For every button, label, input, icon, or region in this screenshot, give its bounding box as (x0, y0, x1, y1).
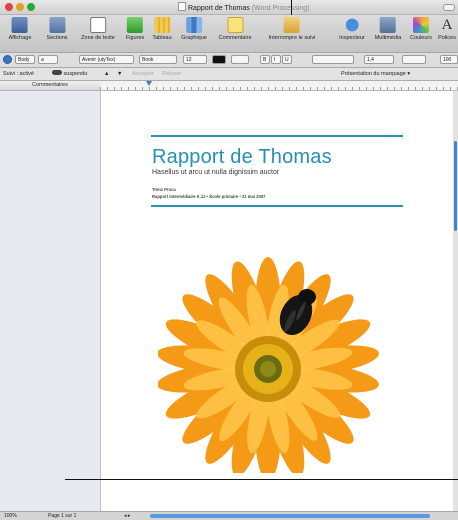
title-rule-bottom (151, 205, 403, 207)
toolbar-textbox-button[interactable]: Zone de texte (81, 17, 115, 41)
toolbar-chart-button[interactable]: Graphique (181, 17, 207, 41)
character-style-popup[interactable]: a (38, 55, 58, 64)
zoom-window-button[interactable] (27, 3, 35, 11)
media-icon (380, 17, 396, 33)
document-meta-line[interactable]: Rapport intermédiaire K.12 • École prima… (152, 194, 265, 199)
underline-button[interactable]: U (282, 55, 292, 64)
styles-drawer-button[interactable] (3, 55, 12, 64)
window-title: Rapport de Thomas (Word Processing) (178, 2, 310, 12)
minimize-window-button[interactable] (16, 3, 24, 11)
reject-change-button[interactable]: Refuser (162, 68, 181, 80)
accept-change-button[interactable]: Accepter (132, 68, 154, 80)
title-bar: Rapport de Thomas (Word Processing) (0, 0, 458, 15)
font-family-popup[interactable]: Avenir (utyTex) (79, 55, 134, 64)
vertical-scroll-thumb[interactable] (454, 141, 457, 231)
font-size-popup[interactable]: 12 (183, 55, 207, 64)
title-rule-top (151, 135, 403, 137)
track-changes-bar: Suivi : activé suspendu ▲ ▼ Accepter Ref… (0, 68, 458, 81)
view-icon (12, 17, 28, 33)
markup-view-popup[interactable]: Présentation du marquage ▾ (341, 68, 410, 80)
toolbar-track-changes-button[interactable]: Interrompre le suivi (269, 17, 315, 41)
toolbar-table-button[interactable]: Tableau (152, 17, 172, 41)
document-canvas[interactable]: Rapport de Thomas Hasellus ut arcu ut nu… (101, 91, 458, 511)
horizontal-scroll-thumb[interactable] (150, 514, 430, 518)
text-box-icon (89, 17, 106, 33)
sections-icon (48, 17, 65, 33)
bold-button[interactable]: B (260, 55, 270, 64)
tab-stop-marker-icon[interactable] (146, 81, 152, 86)
document-title[interactable]: Rapport de Thomas (152, 146, 332, 169)
document-author[interactable]: Trenz Pruca (152, 187, 176, 192)
font-weight-popup[interactable]: Book (139, 55, 177, 64)
toolbar-colors-button[interactable]: Couleurs (410, 17, 432, 41)
paragraph-style-popup[interactable]: Body (15, 55, 35, 64)
document-subtitle[interactable]: Hasellus ut arcu ut nulla dignissim auct… (152, 169, 279, 176)
flower-core-inner (260, 361, 276, 377)
colors-icon (412, 17, 429, 33)
toolbar-toggle-button[interactable] (443, 4, 455, 11)
toolbar-inspector-button[interactable]: Inspecteur (339, 17, 365, 41)
document-icon (178, 2, 186, 11)
toolbar: Affichage Sections Zone de texte Figures… (0, 15, 458, 53)
toolbar-fonts-button[interactable]: A Polices (438, 17, 456, 41)
toolbar-sections-button[interactable]: Sections (46, 17, 68, 41)
format-bar: Body a Avenir (utyTex) Book 12 B I U 1,4… (0, 53, 458, 68)
highlight-color-well[interactable] (231, 55, 249, 64)
toolbar-shapes-button[interactable]: Figures (126, 17, 144, 41)
fonts-icon: A (441, 17, 453, 33)
close-window-button[interactable] (5, 3, 13, 11)
columns-popup[interactable] (402, 55, 426, 64)
tracking-status-label: Suivi : activé (3, 71, 34, 77)
callout-line-bottom (65, 479, 458, 480)
next-change-button[interactable]: ▼ (117, 68, 122, 80)
inspector-icon (344, 17, 360, 33)
line-spacing-popup[interactable]: 1,4 (364, 55, 394, 64)
shapes-icon (127, 17, 143, 33)
comment-icon (226, 17, 243, 33)
toolbar-view-button[interactable]: Affichage (9, 17, 31, 41)
text-color-well[interactable] (212, 55, 226, 64)
toggle-switch-icon (52, 70, 62, 75)
track-changes-icon (284, 17, 300, 33)
window-subtitle: (Word Processing) (251, 5, 310, 12)
previous-change-button[interactable]: ▲ (104, 68, 109, 80)
flower-image[interactable] (158, 241, 386, 473)
tracking-toggle[interactable]: suspendu (52, 68, 87, 80)
italic-button[interactable]: I (271, 55, 281, 64)
alignment-buttons[interactable] (312, 55, 354, 64)
zoom-popup[interactable]: 100 (440, 55, 458, 64)
toolbar-media-button[interactable]: Multimédia (375, 17, 401, 41)
vertical-scrollbar[interactable] (453, 91, 458, 511)
comments-sidebar: Commentaires (0, 81, 101, 511)
toolbar-comment-button[interactable]: Commentaire (218, 17, 252, 41)
horizontal-ruler[interactable] (100, 81, 458, 91)
table-icon (154, 17, 170, 33)
chart-icon (186, 17, 202, 33)
comments-header: Commentaires (0, 81, 100, 91)
